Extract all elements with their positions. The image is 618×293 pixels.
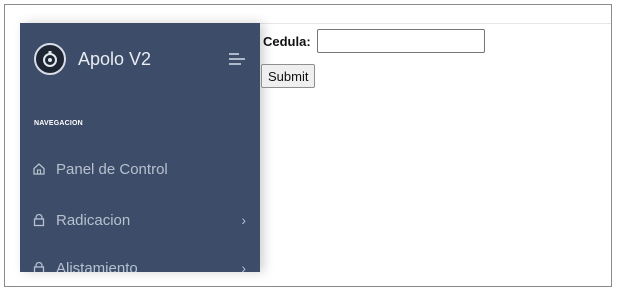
chevron-right-icon: › [241,212,246,228]
sidebar-item-panel-de-control[interactable]: Panel de Control [32,156,246,182]
apolo-logo-icon [34,43,66,75]
sidebar-item-label: Panel de Control [56,160,168,178]
brand-name: Apolo V2 [78,48,152,69]
sidebar-item-radicacion[interactable]: Radicacion › [32,207,246,233]
sidebar: Apolo V2 NAVEGACION Panel de Control Rad… [20,23,260,272]
sidebar-item-label: Alistamiento [56,259,138,273]
lock-icon [33,213,45,227]
cedula-input[interactable] [317,29,485,53]
top-divider [260,23,611,24]
submit-button[interactable]: Submit [261,64,316,88]
sidebar-item-alistamiento[interactable]: Alistamiento › [32,255,246,272]
brand[interactable]: Apolo V2 [34,39,151,79]
section-label-navegacion: NAVEGACION [34,120,83,127]
sidebar-item-label: Radicacion [56,211,131,229]
home-icon [33,163,45,175]
cedula-label: Cedula: [263,34,311,49]
menu-toggle-icon[interactable] [229,53,245,67]
lock-icon [33,261,45,272]
screenshot-frame: Apolo V2 NAVEGACION Panel de Control Rad… [4,4,612,287]
chevron-right-icon: › [241,260,246,272]
